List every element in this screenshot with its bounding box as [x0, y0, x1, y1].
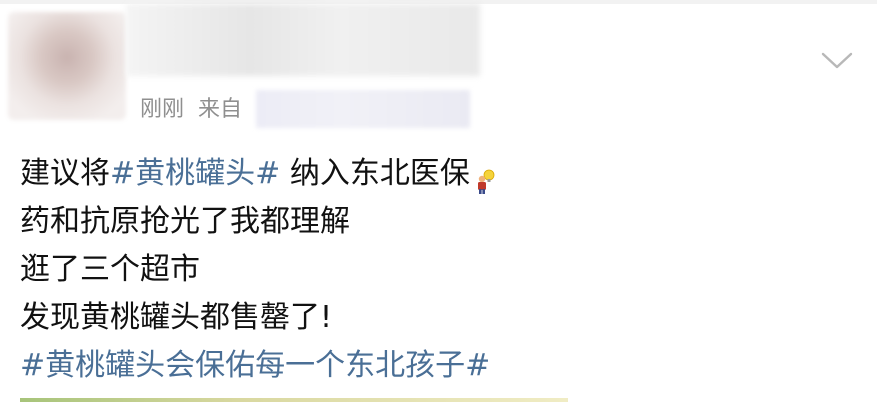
username-blurred[interactable] [126, 4, 480, 76]
hashtag-link[interactable]: #黄桃罐头会保佑每一个东北孩子# [20, 348, 490, 383]
weibo-post: 刚刚 来自 建议将#黄桃罐头# 纳入东北医保 药和抗原抢光了我都理解 逛了三个超… [0, 0, 877, 402]
content-line-4: 发现黄桃罐头都售罄了! [20, 300, 333, 335]
content-line-5: #黄桃罐头会保佑每一个东北孩子# [20, 342, 860, 390]
content-line-2: 药和抗原抢光了我都理解 [20, 204, 350, 239]
post-meta: 刚刚 来自 [140, 90, 242, 124]
avatar[interactable] [8, 12, 126, 120]
post-content: 建议将#黄桃罐头# 纳入东北医保 药和抗原抢光了我都理解 逛了三个超市 发现黄桃… [20, 150, 860, 390]
post-time: 刚刚 [140, 97, 185, 122]
post-source-blurred[interactable] [256, 90, 470, 128]
hashtag-link[interactable]: #黄桃罐头# [110, 156, 280, 191]
attached-image-preview[interactable] [20, 398, 568, 402]
line1-suffix: 纳入东北医保 [280, 156, 470, 191]
person-with-lightbulb-icon [474, 162, 496, 194]
post-source-prefix: 来自 [198, 97, 243, 122]
chevron-down-icon[interactable] [820, 46, 854, 74]
content-line-1: 建议将#黄桃罐头# 纳入东北医保 [20, 150, 860, 198]
content-line-3: 逛了三个超市 [20, 252, 200, 287]
line1-prefix: 建议将 [20, 156, 110, 191]
